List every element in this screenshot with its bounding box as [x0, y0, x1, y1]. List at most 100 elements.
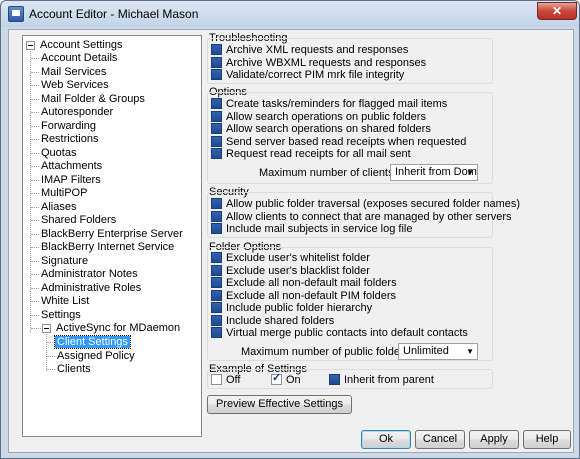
checkbox-icon[interactable]: [211, 123, 222, 134]
allow-clients-to-connect-that-are-managed-by-other-servers-checkbox[interactable]: Allow clients to connect that are manage…: [211, 210, 512, 224]
request-read-receipts-for-all-mail-sent-checkbox[interactable]: Request read receipts for all mail sent: [211, 148, 411, 161]
tree-item-quotas[interactable]: Quotas: [39, 147, 78, 160]
help-button[interactable]: Help: [523, 430, 571, 449]
exclude-user-s-whitelist-folder-checkbox[interactable]: Exclude user's whitelist folder: [211, 252, 370, 265]
max-public-folders-dropdown[interactable]: Unlimited ▼: [398, 343, 478, 360]
tree-item-activesync[interactable]: ActiveSync for MDaemon: [54, 322, 182, 335]
tree-connector: [31, 247, 39, 248]
checkbox-icon[interactable]: [211, 223, 222, 234]
tree-connector: [31, 139, 39, 140]
tree-item-assigned-policy[interactable]: Assigned Policy: [55, 350, 137, 363]
app-icon: [8, 6, 24, 22]
checkbox-icon[interactable]: [211, 69, 222, 80]
preview-effective-settings-button[interactable]: Preview Effective Settings: [207, 395, 352, 414]
tree-item-aliases[interactable]: Aliases: [39, 201, 78, 214]
collapse-icon[interactable]: [42, 324, 51, 333]
checkbox-label: Exclude user's whitelist folder: [226, 252, 370, 264]
exclude-user-s-blacklist-folder-checkbox[interactable]: Exclude user's blacklist folder: [211, 264, 370, 278]
checkbox-icon[interactable]: [211, 56, 222, 68]
include-mail-subjects-in-service-log-file-checkbox[interactable]: Include mail subjects in service log fil…: [211, 223, 412, 236]
tree-item-mail-services[interactable]: Mail Services: [39, 66, 108, 79]
allow-public-folder-traversal-exposes-secured-folder-names-checkbox[interactable]: Allow public folder traversal (exposes s…: [211, 198, 520, 211]
tree-item-client-settings[interactable]: Client Settings: [54, 335, 131, 349]
checkbox-label: Archive XML requests and responses: [226, 44, 409, 56]
example-on: On: [271, 372, 301, 387]
validate-correct-pim-mrk-file-integrity-checkbox[interactable]: Validate/correct PIM mrk file integrity: [211, 69, 404, 82]
tree-item-blackberry-internet-service[interactable]: BlackBerry Internet Service: [39, 241, 176, 254]
example-inherit-label: Inherit from parent: [344, 374, 434, 386]
checkbox-icon[interactable]: [211, 277, 222, 288]
cancel-button[interactable]: Cancel: [415, 430, 465, 449]
checkbox-icon[interactable]: [211, 327, 222, 338]
tree-item-settings[interactable]: Settings: [39, 309, 83, 322]
allow-search-operations-on-shared-folders-checkbox[interactable]: Allow search operations on shared folder…: [211, 123, 431, 136]
tree-label: ActiveSync for MDaemon: [56, 322, 181, 334]
checkbox-icon[interactable]: [211, 314, 222, 326]
tree-connector: [31, 301, 39, 302]
max-public-folders-value: Unlimited: [403, 345, 449, 357]
tree-connector: [31, 179, 39, 181]
checkbox-label: Validate/correct PIM mrk file integrity: [226, 69, 405, 81]
checkbox-icon[interactable]: [211, 252, 222, 263]
tree-item-account-details[interactable]: Account Details: [39, 52, 119, 65]
max-clients-dropdown[interactable]: Inherit from Domain ▼: [390, 164, 478, 181]
tree-label: Account Settings: [40, 39, 123, 51]
tree-item-forwarding[interactable]: Forwarding: [39, 120, 98, 133]
checkbox-icon[interactable]: [211, 210, 222, 222]
checkbox-icon[interactable]: [211, 264, 222, 276]
tree-item-account-settings[interactable]: Account Settings: [38, 39, 125, 52]
checkbox-icon[interactable]: [211, 110, 222, 122]
tree-item-restrictions[interactable]: Restrictions: [39, 133, 100, 146]
checkbox-icon[interactable]: [211, 289, 222, 301]
create-tasks-reminders-for-flagged-mail-items-checkbox[interactable]: Create tasks/reminders for flagged mail …: [211, 98, 447, 111]
tree-connector: [31, 260, 39, 262]
exclude-all-non-default-mail-folders-checkbox[interactable]: Exclude all non-default mail folders: [211, 277, 397, 290]
tree-label: MultiPOP: [41, 187, 88, 199]
tree-label: Aliases: [41, 200, 77, 213]
tree-item-signature[interactable]: Signature: [39, 255, 90, 268]
checkbox-label: Exclude user's blacklist folder: [226, 264, 370, 277]
exclude-all-non-default-pim-folders-checkbox[interactable]: Exclude all non-default PIM folders: [211, 289, 396, 303]
tree-item-mail-folder-groups[interactable]: Mail Folder & Groups: [39, 93, 147, 106]
tree-connector: [47, 355, 55, 357]
settings-tree[interactable]: Account Settings Account Details Mail Ser…: [22, 35, 202, 437]
tree-label: Quotas: [41, 146, 77, 159]
tree-item-autoresponder[interactable]: Autoresponder: [39, 106, 115, 119]
archive-xml-requests-and-responses-checkbox[interactable]: Archive XML requests and responses: [211, 44, 408, 57]
tree-label: Mail Folder & Groups: [41, 92, 145, 105]
tree-item-attachments[interactable]: Attachments: [39, 160, 104, 173]
collapse-icon[interactable]: [26, 41, 35, 50]
virtual-merge-public-contacts-into-default-contacts-checkbox[interactable]: Virtual merge public contacts into defau…: [211, 327, 468, 340]
apply-button[interactable]: Apply: [469, 430, 519, 449]
checkbox-label: Archive WBXML requests and responses: [226, 56, 427, 69]
tree-item-white-list[interactable]: White List: [39, 295, 91, 308]
ok-button[interactable]: Ok: [361, 430, 411, 449]
archive-wbxml-requests-and-responses-checkbox[interactable]: Archive WBXML requests and responses: [211, 56, 427, 70]
tree-label: White List: [41, 295, 90, 307]
tree-connector: [31, 328, 41, 329]
tree-item-shared-folders[interactable]: Shared Folders: [39, 214, 118, 227]
tree-item-multipop[interactable]: MultiPOP: [39, 187, 89, 200]
close-button[interactable]: ✕: [537, 2, 577, 20]
tree-item-web-services[interactable]: Web Services: [39, 79, 111, 92]
tree-item-clients[interactable]: Clients: [55, 363, 93, 376]
tree-item-administrative-roles[interactable]: Administrative Roles: [39, 282, 143, 295]
tree-connector: [31, 71, 39, 73]
checkbox-icon[interactable]: [211, 302, 222, 313]
checkbox-icon[interactable]: [211, 135, 222, 147]
checkbox-label: Virtual merge public contacts into defau…: [226, 327, 468, 339]
checkbox-icon[interactable]: [211, 198, 222, 209]
include-public-folder-hierarchy-checkbox[interactable]: Include public folder hierarchy: [211, 302, 372, 315]
checkbox-icon[interactable]: [211, 148, 222, 159]
checkbox-icon[interactable]: [211, 98, 222, 109]
tree-item-administrator-notes[interactable]: Administrator Notes: [39, 268, 140, 281]
allow-search-operations-on-public-folders-checkbox[interactable]: Allow search operations on public folder…: [211, 110, 426, 124]
send-server-based-read-receipts-when-requested-checkbox[interactable]: Send server based read receipts when req…: [211, 135, 466, 149]
checkbox-icon[interactable]: [211, 44, 222, 55]
tree-item-blackberry-enterprise-server[interactable]: BlackBerry Enterprise Server: [39, 228, 185, 241]
checkbox-label: Exclude all non-default mail folders: [226, 277, 397, 289]
checkbox-label: Exclude all non-default PIM folders: [226, 289, 396, 302]
tree-label: Account Details: [41, 52, 118, 64]
tree-item-imap-filters[interactable]: IMAP Filters: [39, 174, 103, 187]
include-shared-folders-checkbox[interactable]: Include shared folders: [211, 314, 334, 328]
